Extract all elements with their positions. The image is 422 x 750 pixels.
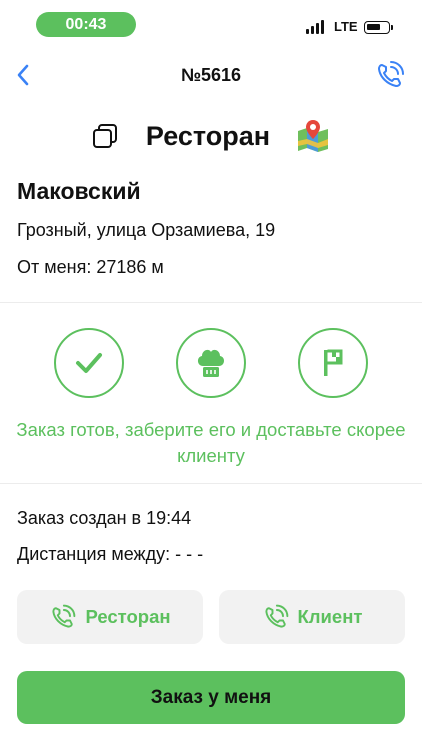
step-cooking[interactable] [176,328,246,398]
order-created-time: Заказ создан в 19:44 [17,508,192,528]
step-delivered[interactable] [298,328,368,398]
customer-address: Грозный, улица Орзамиева, 19 [17,220,276,240]
chef-hat-icon [197,349,225,377]
customer-name: Маковский [17,178,141,204]
battery-icon [364,21,393,34]
call-restaurant-button[interactable]: Ресторан [17,590,203,644]
flag-icon [324,349,343,376]
order-number: №5616 [180,65,242,85]
status-bar: 00:43 LTE [0,0,422,50]
call-client-label: Клиент [297,606,363,627]
phone-call-icon[interactable] [374,59,406,91]
divider [0,302,422,303]
order-steps [0,328,422,400]
battery-fill [367,24,380,30]
step-ready[interactable] [54,328,124,398]
call-client-button[interactable]: Клиент [219,590,405,644]
network-type: LTE [334,19,358,34]
divider [0,483,422,484]
venue-title: Ресторан [145,120,271,151]
phone-call-icon [264,604,288,628]
call-restaurant-label: Ресторан [85,606,171,627]
phone-call-icon [52,604,76,628]
map-icon[interactable] [296,119,330,153]
venue-header: Ресторан [0,114,422,158]
distance-from-me: От меня: 27186 м [17,257,164,277]
copy-icon[interactable] [92,123,118,149]
check-icon [76,353,102,373]
distance-between: Дистанция между: - - - [17,544,204,564]
status-time: 00:43 [36,12,136,37]
order-status-message: Заказ готов, заберите его и доставьте ск… [16,419,406,466]
nav-bar: №5616 [0,50,422,102]
signal-icon [306,20,324,34]
order-picked-up-button[interactable]: Заказ у меня [17,671,405,724]
